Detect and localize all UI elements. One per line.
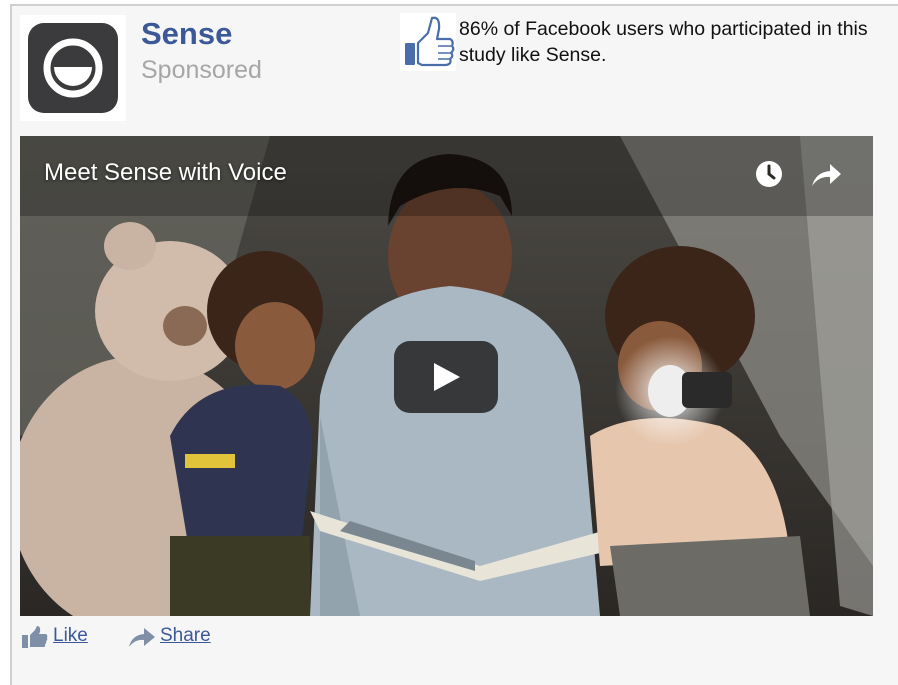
share-arrow-icon: [129, 628, 155, 647]
advertiser-name-link[interactable]: Sense: [141, 16, 232, 52]
play-icon: [434, 363, 460, 391]
thumbs-up-icon: [400, 13, 456, 71]
share-label: Share: [160, 625, 211, 646]
sense-logo-icon: [28, 23, 118, 113]
video-player[interactable]: Meet Sense with Voice: [20, 136, 873, 616]
clock-icon[interactable]: [755, 160, 783, 188]
play-button[interactable]: [394, 341, 498, 413]
like-stat-badge: [400, 13, 456, 71]
share-button[interactable]: Share: [128, 624, 218, 650]
video-title: Meet Sense with Voice: [44, 159, 287, 186]
thumbs-up-icon: [22, 626, 48, 648]
like-button[interactable]: Like: [22, 624, 92, 650]
share-arrow-icon[interactable]: [810, 160, 842, 188]
like-label: Like: [53, 625, 88, 646]
sponsored-label: Sponsored: [141, 56, 262, 84]
like-stat-text: 86% of Facebook users who participated i…: [459, 18, 868, 66]
advertiser-logo[interactable]: [20, 15, 126, 121]
